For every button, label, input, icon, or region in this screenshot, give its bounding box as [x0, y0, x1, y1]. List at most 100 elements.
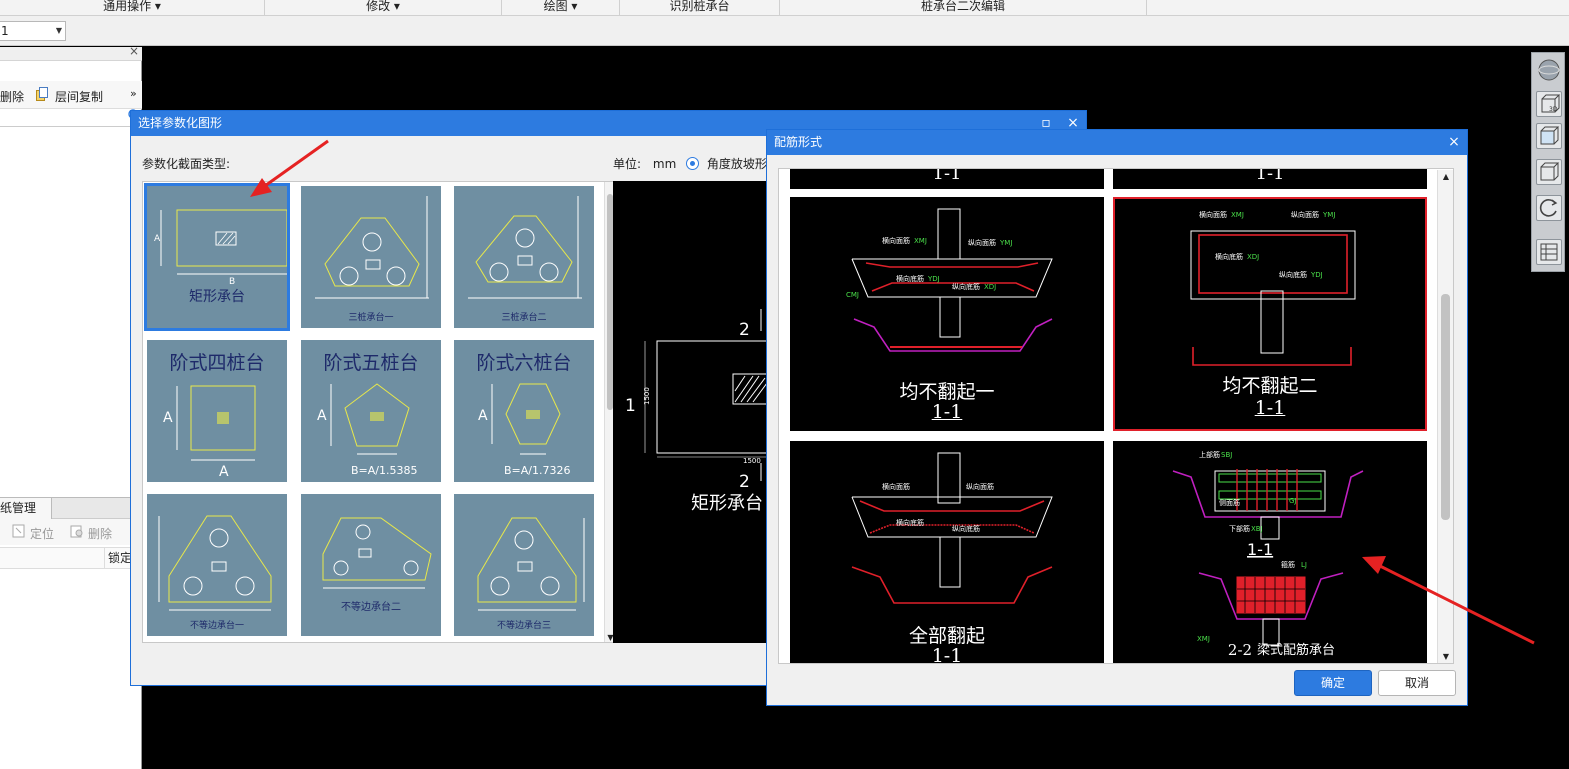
label-xmj: XMJ	[914, 237, 927, 245]
close-icon[interactable]: ×	[129, 44, 139, 58]
label-xdj: XDJ	[984, 283, 996, 291]
preview-dim-left: 1500	[643, 387, 651, 405]
dialog-title: 配筋形式	[774, 135, 823, 149]
dialog-titlebar: 配筋形式	[767, 130, 1467, 155]
label-horizontal-bottom: 横向底筋	[896, 274, 924, 283]
rebar-tile-all-bend[interactable]: 横向面筋 纵向面筋 横向底筋 纵向底筋 全部翻起 1-1	[790, 441, 1104, 663]
tile-caption: 全部翻起	[908, 625, 985, 647]
section-label: 1-1	[1254, 397, 1286, 419]
box-view-icon[interactable]	[1536, 159, 1562, 185]
scroll-down-icon[interactable]: ▼	[1438, 652, 1453, 661]
label-ymj: YMJ	[999, 239, 1012, 247]
shape-grid: A B 矩形承台 三桩承台一 三桩承台二 阶式四桩台 A A 阶式五桩台 A B…	[142, 181, 615, 643]
label-stirrup: 箍筋	[1281, 560, 1295, 569]
ribbon-group-identify[interactable]: 识别桩承台	[620, 0, 780, 16]
label-vertical-face: 纵向面筋	[1291, 210, 1319, 219]
copy-between-floors-button[interactable]: 层间复制	[55, 88, 103, 105]
toolbar-row: 1 ▼	[0, 16, 1569, 46]
locate-button[interactable]: 定位	[30, 525, 54, 542]
cube-view-icon[interactable]	[1536, 123, 1562, 149]
shape-name: 三桩承台二	[501, 313, 547, 323]
preview-dim-bottom: 1500	[743, 457, 761, 465]
dim-a-label: A	[478, 408, 488, 424]
label-ydj: YDJ	[1310, 271, 1323, 279]
label-bottom-rebar: 下部筋	[1229, 524, 1250, 533]
ribbon-label: 绘图	[543, 0, 568, 13]
label-cmj: CMJ	[846, 291, 859, 299]
rebar-tile-beam-type[interactable]: 上部筋 SBJ 侧面筋 GJ 下部筋 XBJ 1-1 箍筋 LJ XMJ 2-2…	[1113, 441, 1427, 663]
close-icon[interactable]: ×	[1442, 130, 1466, 155]
left-panel: × 删除 层间复制 » 纸管理 定位 删除 锁定	[0, 44, 142, 769]
panel-search-input[interactable]	[0, 109, 142, 127]
label-vertical-bottom: 纵向底筋	[1279, 270, 1307, 279]
rebar-tile-partial[interactable]: 1-1	[1113, 169, 1427, 189]
label-vertical-face: 纵向面筋	[966, 482, 994, 491]
label-horizontal-bottom: 横向底筋	[1215, 252, 1243, 261]
scrollbar-thumb[interactable]	[1441, 294, 1450, 520]
shape-stepped-six[interactable]: 阶式六桩台 A B=A/1.7326	[454, 340, 594, 482]
3d-view-icon[interactable]: 3D	[1536, 91, 1562, 117]
ribbon-group-draw[interactable]: 绘图 ▾	[502, 0, 620, 16]
layer-select[interactable]: 1 ▼	[0, 21, 66, 41]
scroll-up-icon[interactable]: ▲	[1438, 172, 1453, 181]
formula-label: B=A/1.5385	[351, 464, 417, 477]
ok-button[interactable]: 确定	[1294, 670, 1372, 696]
rebar-grid-scrollbar[interactable]: ▲ ▼	[1437, 170, 1453, 663]
delete-button-bottom[interactable]: 删除	[88, 525, 112, 542]
unit-label: 单位:	[613, 157, 642, 171]
shape-name: 矩形承台	[189, 289, 245, 305]
delete-icon	[70, 524, 84, 538]
label-horizontal-face: 横向面筋	[1199, 210, 1227, 219]
layer-select-value: 1	[1, 24, 9, 38]
label-sbj: SBJ	[1221, 451, 1232, 459]
shape-three-pile-2[interactable]: 三桩承台二	[454, 186, 594, 328]
preview-caption: 矩形承台	[691, 493, 763, 514]
ribbon-group-modify[interactable]: 修改 ▾	[265, 0, 502, 16]
label-ydj: YDJ	[927, 275, 940, 283]
tab-drawing-management[interactable]: 纸管理	[0, 498, 52, 519]
shape-unequal-2[interactable]: 不等边承台二	[301, 494, 441, 636]
panel-toolbar: 删除 层间复制 »	[0, 81, 142, 109]
label-vertical-bottom: 纵向底筋	[952, 524, 980, 533]
rebar-tile-no-bend-1[interactable]: 横向面筋 XMJ 纵向面筋 YMJ 横向底筋 YDJ 纵向底筋 XDJ CMJ …	[790, 197, 1104, 431]
layers-icon[interactable]	[1536, 239, 1562, 265]
shape-stepped-five[interactable]: 阶式五桩台 A B=A/1.5385	[301, 340, 441, 482]
cancel-button[interactable]: 取消	[1378, 670, 1456, 696]
dim-a-label: A	[317, 408, 327, 424]
rebar-grid: 1-1 1-1 横向面筋 XMJ 纵向面筋 YMJ 横向底筋 YDJ 纵向底筋	[778, 168, 1454, 664]
delete-button[interactable]: 删除	[0, 88, 24, 105]
dim-a-label: A	[163, 410, 173, 426]
panel-header: ×	[0, 44, 142, 61]
shape-name: 不等边承台一	[189, 621, 244, 631]
column-lock[interactable]: 锁定	[104, 548, 132, 568]
formula-label: B=A/1.7326	[504, 464, 570, 477]
view-toolbar: 3D	[1531, 52, 1565, 272]
shape-name: 不等边承台二	[341, 602, 401, 613]
label-horizontal-face: 横向面筋	[882, 236, 910, 245]
rebar-tile-partial[interactable]: 1-1	[790, 169, 1104, 189]
shape-three-pile-1[interactable]: 三桩承台一	[301, 186, 441, 328]
locate-icon	[12, 524, 26, 538]
shape-rect-cap[interactable]: A B 矩形承台	[144, 183, 290, 331]
copy-icon	[36, 87, 48, 101]
label-vertical-bottom: 纵向底筋	[952, 282, 980, 291]
label-xdj: XDJ	[1247, 253, 1259, 261]
more-icon[interactable]: »	[130, 87, 137, 100]
section-label: 1-1	[1255, 168, 1285, 184]
radio-angle-slope[interactable]	[686, 157, 700, 170]
svg-text:3D: 3D	[1549, 106, 1558, 113]
preview-label-bottom: 2	[739, 472, 750, 492]
rebar-tile-no-bend-2[interactable]: 横向面筋 XMJ 纵向面筋 YMJ 横向底筋 XDJ 纵向底筋 YDJ 均不翻起…	[1113, 197, 1427, 431]
section-type-label: 参数化截面类型:	[142, 157, 231, 171]
label-gj: GJ	[1289, 497, 1297, 505]
ribbon-group-secondary-edit[interactable]: 桩承台二次编辑	[780, 0, 1147, 16]
rotate-icon[interactable]	[1536, 195, 1562, 221]
shape-stepped-four[interactable]: 阶式四桩台 A A	[147, 340, 287, 482]
shape-unequal-1[interactable]: 不等边承台一	[147, 494, 287, 636]
ribbon-label: 识别桩承台	[669, 0, 730, 13]
shape-unequal-3[interactable]: 不等边承台三	[454, 494, 594, 636]
label-top-rebar: 上部筋	[1199, 450, 1220, 459]
globe-icon[interactable]	[1536, 57, 1562, 83]
shape-name: 三桩承台一	[348, 313, 394, 323]
ribbon-group-general[interactable]: 通用操作 ▾	[0, 0, 265, 16]
